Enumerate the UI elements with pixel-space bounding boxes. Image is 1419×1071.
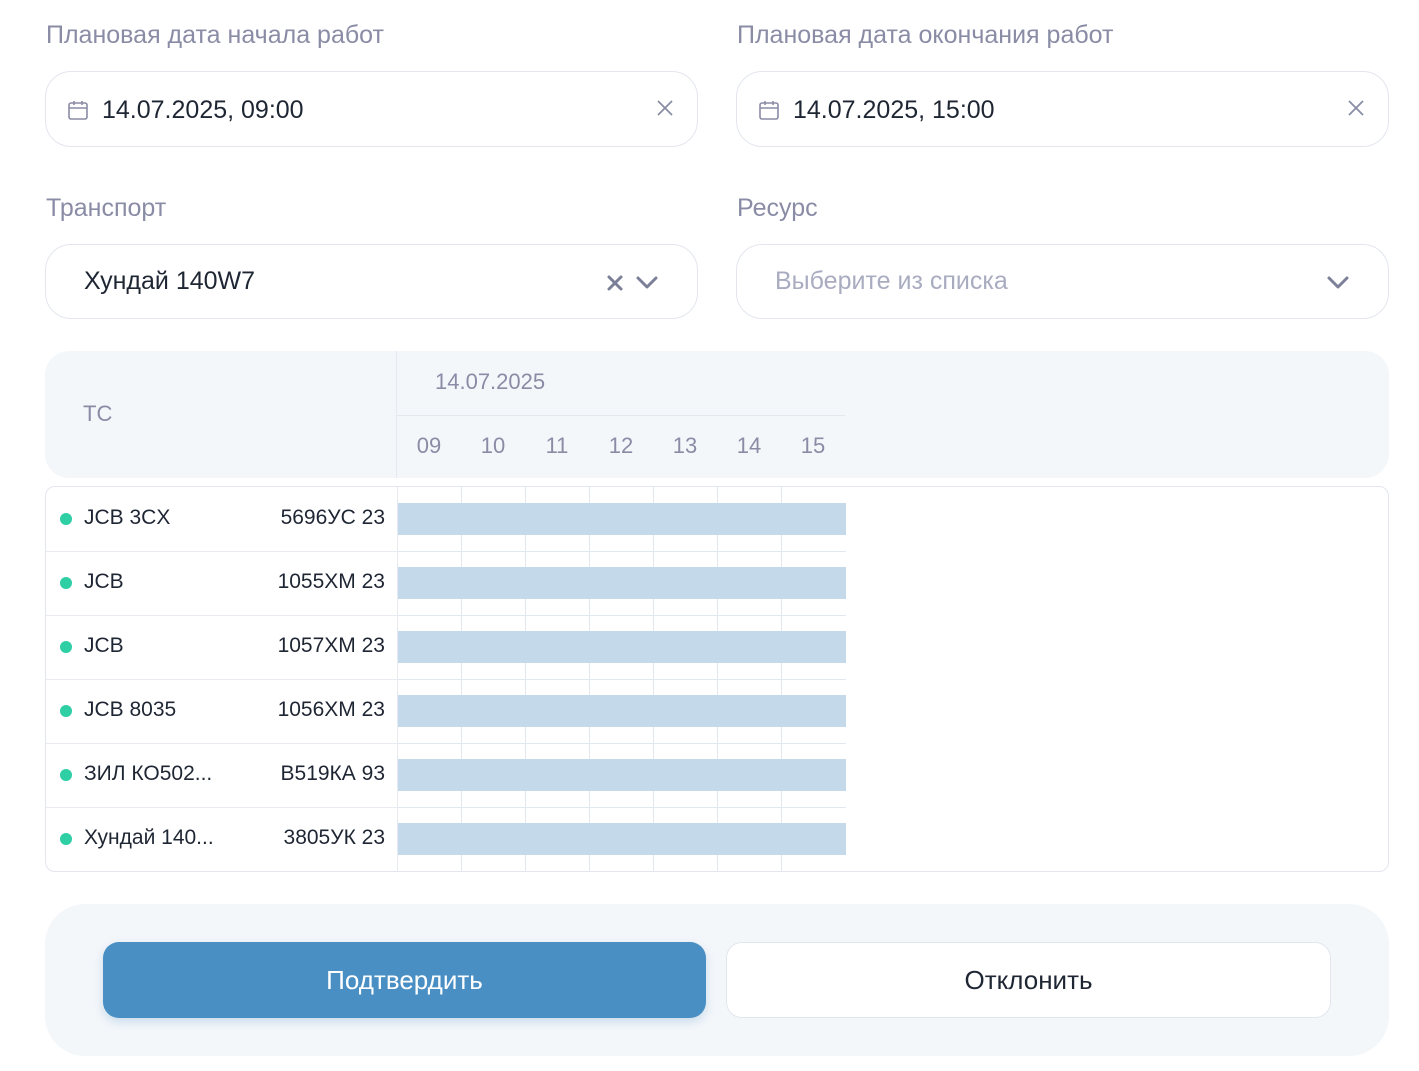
vehicle-row[interactable]: ЗИЛ КО502... В519КА 93: [46, 743, 397, 808]
status-dot: [60, 513, 72, 525]
vehicle-plate: 3805УК 23: [283, 826, 385, 849]
booking-bar[interactable]: [398, 823, 846, 855]
confirm-button[interactable]: Подтвердить: [103, 942, 706, 1018]
chevron-down-icon[interactable]: [1324, 269, 1352, 297]
status-dot: [60, 833, 72, 845]
gantt-body: JCB 3CX 5696УС 23 JCB 1055ХМ 23 JCB 1057ХМ 23…: [45, 486, 1389, 872]
start-date-field[interactable]: 14.07.2025, 09:00: [45, 71, 698, 147]
resource-placeholder: Выберите из списка: [775, 267, 1008, 295]
calendar-icon: [759, 101, 779, 120]
status-dot: [60, 705, 72, 717]
hour-label: 11: [545, 433, 569, 458]
gantt-header: ТС 14.07.2025 09 10 11 12 13 14 15: [45, 351, 1389, 478]
booking-bar[interactable]: [398, 567, 846, 599]
end-date-value: 14.07.2025, 15:00: [793, 96, 995, 124]
status-dot: [60, 577, 72, 589]
clear-transport-icon[interactable]: [603, 271, 627, 295]
vehicle-name: JCB: [84, 570, 124, 593]
status-dot: [60, 641, 72, 653]
hour-label: 13: [672, 433, 698, 458]
booking-bar[interactable]: [398, 503, 846, 535]
vehicle-name: JCB 8035: [84, 698, 177, 721]
vehicle-plate: 1057ХМ 23: [277, 634, 385, 657]
transport-value: Хундай 140W7: [84, 267, 256, 295]
hour-label: 14: [736, 433, 762, 458]
vehicle-row[interactable]: JCB 8035 1056ХМ 23: [46, 679, 397, 744]
hour-label: 10: [480, 433, 506, 458]
vehicle-name: Хундай 140...: [84, 826, 214, 849]
hour-label: 15: [800, 433, 826, 458]
vehicle-row[interactable]: Хундай 140... 3805УК 23: [46, 807, 397, 871]
vehicle-name: JCB: [84, 634, 124, 657]
vehicle-row[interactable]: JCB 3CX 5696УС 23: [46, 487, 397, 552]
header-separator: [397, 415, 845, 416]
row-separator: [398, 551, 846, 552]
resource-label: Ресурс: [737, 194, 818, 222]
vehicle-plate: 5696УС 23: [280, 506, 385, 529]
hour-label: 09: [416, 433, 442, 458]
gantt-date: 14.07.2025: [435, 369, 546, 394]
vehicle-plate: В519КА 93: [280, 762, 385, 785]
end-date-field[interactable]: 14.07.2025, 15:00: [736, 71, 1389, 147]
transport-select[interactable]: Хундай 140W7: [45, 244, 698, 319]
chevron-down-icon[interactable]: [633, 269, 661, 297]
start-date-value: 14.07.2025, 09:00: [102, 96, 304, 124]
row-separator: [398, 807, 846, 808]
vehicle-name: ЗИЛ КО502...: [84, 762, 213, 785]
clear-start-date-icon[interactable]: [653, 96, 677, 120]
clear-end-date-icon[interactable]: [1344, 96, 1368, 120]
booking-bar[interactable]: [398, 759, 846, 791]
vehicle-name: JCB 3CX: [84, 506, 171, 529]
row-separator: [398, 615, 846, 616]
booking-bar[interactable]: [398, 695, 846, 727]
resource-select[interactable]: Выберите из списка: [736, 244, 1389, 319]
reject-button[interactable]: Отклонить: [726, 942, 1331, 1018]
end-date-label: Плановая дата окончания работ: [737, 21, 1114, 49]
transport-label: Транспорт: [46, 194, 167, 222]
row-separator: [398, 743, 846, 744]
status-dot: [60, 769, 72, 781]
vehicle-plate: 1055ХМ 23: [277, 570, 385, 593]
row-separator: [398, 679, 846, 680]
ts-column-header: ТС: [83, 401, 113, 426]
start-date-label: Плановая дата начала работ: [46, 21, 384, 49]
booking-bar[interactable]: [398, 631, 846, 663]
vehicle-plate: 1056ХМ 23: [277, 698, 385, 721]
action-footer: Подтвердить Отклонить: [45, 904, 1389, 1056]
calendar-icon: [68, 101, 88, 120]
vehicle-row[interactable]: JCB 1057ХМ 23: [46, 615, 397, 680]
hour-label: 12: [608, 433, 634, 458]
vehicle-row[interactable]: JCB 1055ХМ 23: [46, 551, 397, 616]
